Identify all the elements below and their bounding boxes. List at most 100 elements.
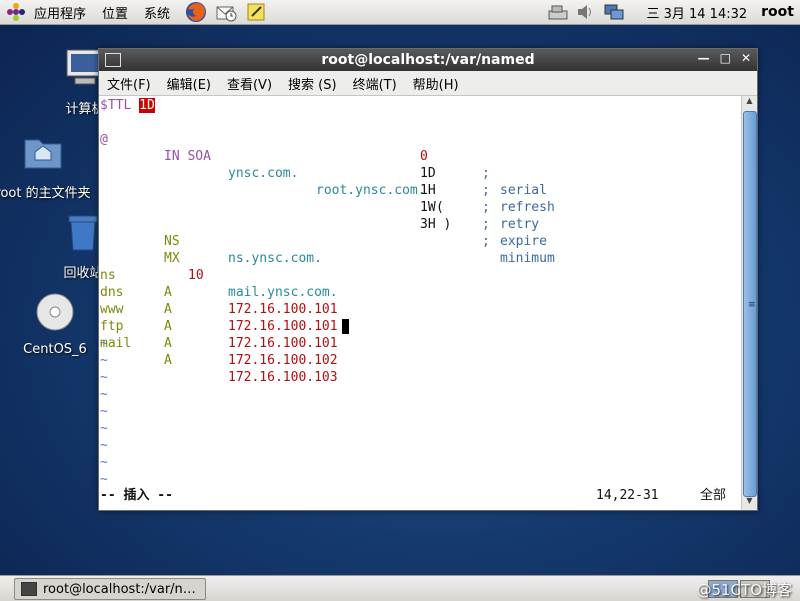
- a-record-ip: 172.16.100.103: [228, 370, 338, 385]
- a-record-line: ns A 172.16.100.101: [100, 250, 338, 317]
- panel-clock[interactable]: 三 3月 14 14:32: [646, 3, 747, 22]
- a-record-line: mail A 172.16.100.103: [100, 318, 349, 385]
- a-record-type: A: [164, 353, 172, 368]
- volume-icon[interactable]: [575, 2, 597, 22]
- grip-icon: ≡: [748, 300, 756, 310]
- menu-search[interactable]: 搜索 (S): [280, 74, 345, 93]
- empty-line-tilde: ~: [100, 404, 108, 419]
- menu-edit[interactable]: 编辑(E): [159, 74, 219, 93]
- soa-field-row: 0 ; serial: [100, 131, 547, 198]
- soa-field-value: 3H ): [420, 217, 452, 232]
- vim-scroll-position: 全部: [700, 488, 727, 503]
- notes-launcher[interactable]: [244, 1, 268, 23]
- desktop-icon-home[interactable]: root 的主文件夹: [0, 130, 98, 201]
- a-record-type: A: [164, 319, 172, 334]
- scroll-down-icon[interactable]: ▼: [742, 496, 757, 510]
- vim-status-line: -- 插入 -- 14,22-31 全部: [100, 487, 740, 504]
- mx-record-target: mail.ynsc.com.: [228, 285, 338, 300]
- ns-record-target: ns.ynsc.com.: [228, 251, 322, 266]
- soa-line: @ IN SOA ynsc.com. root.ynsc.com. (: [100, 114, 444, 215]
- watermark: @51CTO博客: [696, 581, 792, 599]
- minimize-icon[interactable]: —: [698, 51, 710, 65]
- menu-system[interactable]: 系统: [136, 3, 178, 22]
- soa-class-type: IN SOA: [164, 149, 211, 164]
- empty-line-tilde: ~: [100, 438, 108, 453]
- soa-field-semicolon: ;: [482, 166, 490, 181]
- soa-field-value: 1H: [420, 183, 436, 198]
- window-menubar: 文件(F) 编辑(E) 查看(V) 搜索 (S) 终端(T) 帮助(H): [99, 71, 757, 96]
- soa-field-semicolon: ;: [482, 234, 490, 249]
- applications-menu-icon[interactable]: [6, 2, 26, 22]
- maximize-icon[interactable]: □: [720, 51, 731, 65]
- notepad-icon: [247, 3, 265, 21]
- soa-field-name: expire: [500, 234, 547, 249]
- home-folder-icon: [24, 139, 62, 169]
- soa-field-name: refresh: [500, 200, 555, 215]
- empty-line-tilde: ~: [100, 336, 108, 351]
- desktop-label-dvd: CentOS_6: [23, 342, 87, 357]
- empty-line-tilde: ~: [100, 370, 108, 385]
- soa-field-row: 1H ; retry: [100, 165, 539, 232]
- ns-record-type: NS: [164, 234, 180, 249]
- empty-line-tilde: ~: [100, 455, 108, 470]
- soa-field-value: 1D: [420, 166, 436, 181]
- terminal-window-icon: [105, 53, 121, 67]
- network-manager-icon[interactable]: [547, 2, 569, 22]
- window-titlebar[interactable]: root@localhost:/var/named — □ ✕: [99, 49, 757, 71]
- desktop-icon-dvd[interactable]: CentOS_6: [0, 290, 110, 357]
- a-record-type: A: [164, 285, 172, 300]
- soa-field-semicolon: ;: [482, 217, 490, 232]
- ns-record-line: NS ns.ynsc.com.: [100, 216, 322, 266]
- top-panel: 应用程序 位置 系统 三 3月 14 14:32 root: [0, 0, 800, 25]
- terminal-scrollbar[interactable]: ▲ ≡ ▼: [741, 96, 757, 510]
- menu-help[interactable]: 帮助(H): [405, 74, 467, 93]
- empty-line-tilde: ~: [100, 387, 108, 402]
- a-record-line: ftp A 172.16.100.102: [100, 301, 338, 368]
- window-title: root@localhost:/var/named: [321, 52, 535, 68]
- mail-launcher[interactable]: [214, 1, 238, 23]
- desktop-label-home: root 的主文件夹: [0, 186, 91, 201]
- display-icon[interactable]: [603, 2, 625, 22]
- scrollbar-thumb[interactable]: ≡: [743, 111, 757, 497]
- soa-ns: ynsc.com.: [228, 166, 299, 181]
- ttl-line: $TTL 1D: [100, 97, 155, 114]
- terminal-content[interactable]: $TTL 1D @ IN SOA ynsc.com. root.ynsc.com…: [99, 96, 741, 510]
- mx-record-priority: 10: [188, 268, 204, 283]
- soa-field-name: serial: [500, 183, 547, 198]
- menu-file[interactable]: 文件(F): [99, 74, 159, 93]
- a-record-type: A: [164, 302, 172, 317]
- soa-mail: root.ynsc.com.: [316, 183, 426, 198]
- soa-paren: (: [436, 200, 444, 215]
- soa-field-semicolon: ;: [482, 183, 490, 198]
- menu-view[interactable]: 查看(V): [219, 74, 280, 93]
- firefox-launcher[interactable]: [184, 1, 208, 23]
- soa-field-row: 1W ; expire: [100, 182, 547, 249]
- panel-username[interactable]: root: [761, 4, 794, 20]
- soa-field-name: minimum: [500, 251, 555, 266]
- taskbar-terminal-button[interactable]: root@localhost:/var/n…: [14, 578, 206, 600]
- a-record-ip: 172.16.100.102: [228, 353, 338, 368]
- menu-applications[interactable]: 应用程序: [26, 3, 94, 22]
- scroll-up-icon[interactable]: ▲: [742, 96, 757, 110]
- menu-places[interactable]: 位置: [94, 3, 136, 22]
- a-record-line: dns A 172.16.100.101: [100, 267, 338, 334]
- empty-line-tilde: ~: [100, 353, 108, 368]
- mx-record-type: MX: [164, 251, 180, 266]
- close-icon[interactable]: ✕: [741, 51, 751, 65]
- text-cursor: [342, 319, 349, 334]
- a-record-line: www A 172.16.100.101: [100, 284, 338, 351]
- terminal-task-icon: [21, 582, 37, 596]
- empty-line-tilde: ~: [100, 421, 108, 436]
- a-record-ip: 172.16.100.101: [228, 319, 338, 334]
- menu-terminal[interactable]: 终端(T): [345, 74, 405, 93]
- system-tray: 三 3月 14 14:32 root: [544, 0, 800, 24]
- ttl-value: 1D: [139, 98, 155, 113]
- soa-field-value: 1W: [420, 200, 436, 215]
- soa-field-row: 1D ; refresh: [100, 148, 555, 215]
- soa-field-row: 3H ) ; minimum: [100, 199, 555, 266]
- taskbar-terminal-label: root@localhost:/var/n…: [43, 581, 196, 597]
- a-record-type: A: [164, 336, 172, 351]
- firefox-icon: [186, 2, 207, 22]
- mail-clock-icon: [216, 6, 237, 22]
- terminal-window: root@localhost:/var/named — □ ✕ 文件(F) 编辑…: [98, 48, 758, 511]
